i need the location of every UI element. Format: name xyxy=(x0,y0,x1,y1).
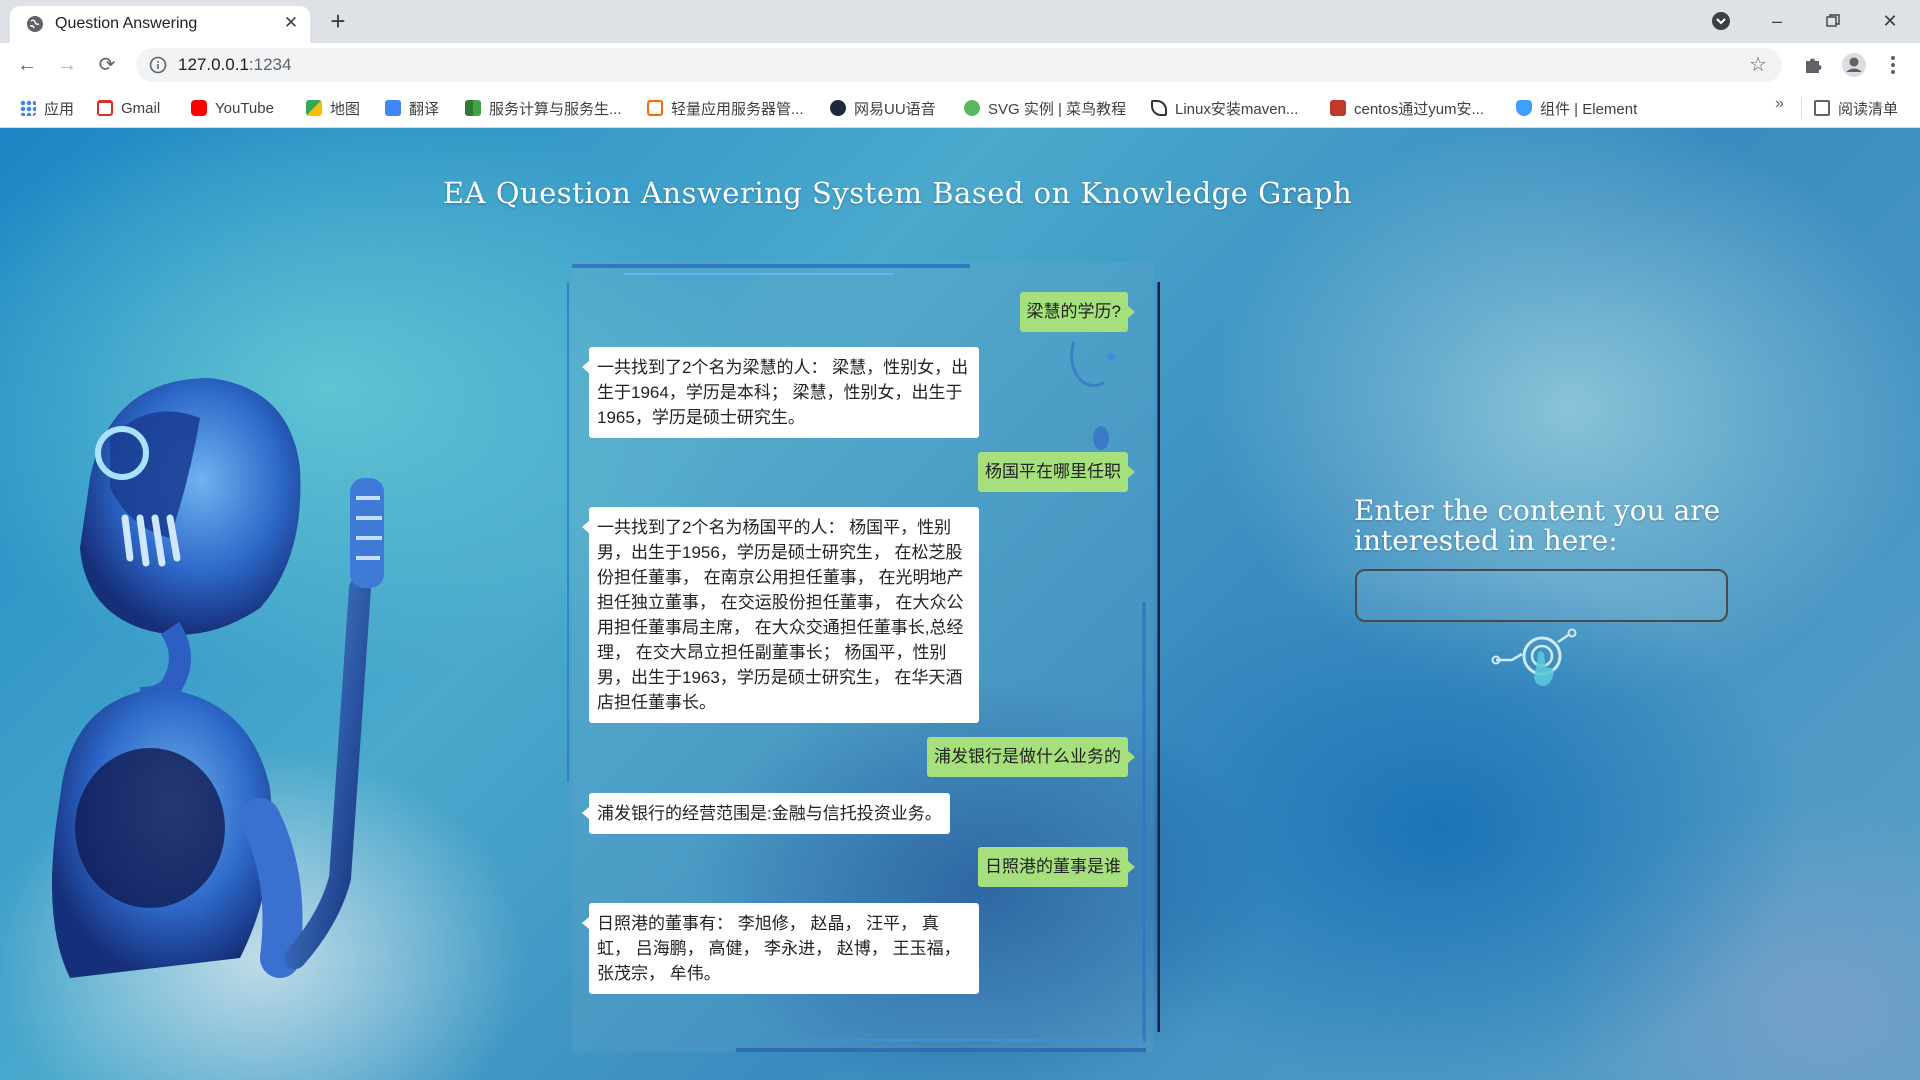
tab-search-icon[interactable] xyxy=(1711,11,1731,31)
bookmark-label: Gmail xyxy=(121,99,161,117)
input-prompt-label: Enter the content you are interested in … xyxy=(1354,494,1721,557)
user-message: 梁慧的学历? xyxy=(1019,292,1136,332)
forward-arrow-icon[interactable]: → xyxy=(53,51,81,79)
bookmark-translate[interactable]: 翻译 xyxy=(385,97,439,119)
bookmark-label: Linux安装maven... xyxy=(1175,100,1299,118)
reading-list-label: 阅读清单 xyxy=(1838,100,1899,118)
browser-toolbar: ← → ⟳ 127.0.0.1:1234 ☆ xyxy=(0,43,1920,87)
submit-touch-icon[interactable] xyxy=(1490,624,1590,694)
page-title: EA Question Answering System Based on Kn… xyxy=(442,176,1353,210)
user-message: 浦发银行是做什么业务的 xyxy=(927,737,1135,777)
chat-panel: 梁慧的学历? 一共找到了2个名为梁慧的人： 梁慧，性别女，出生于1964，学历是… xyxy=(572,262,1154,1052)
apps-grid-icon xyxy=(20,100,36,116)
tab-title: Question Answering xyxy=(55,15,198,32)
browser-tab[interactable]: Question Answering ✕ xyxy=(10,6,310,43)
bookmark-label: 应用 xyxy=(44,100,75,118)
bot-message: 一共找到了2个名为梁慧的人： 梁慧，性别女，出生于1964，学历是本科； 梁慧，… xyxy=(582,347,979,438)
bookmark-label: 地图 xyxy=(330,100,361,118)
back-arrow-icon[interactable]: ← xyxy=(13,51,41,79)
address-text: 127.0.0.1:1234 xyxy=(178,55,291,75)
address-bar[interactable]: 127.0.0.1:1234 ☆ xyxy=(136,48,1782,82)
uu-voice-icon xyxy=(830,100,846,116)
bookmark-uu-voice[interactable]: 网易UU语音 xyxy=(830,97,936,119)
bookmark-youtube[interactable]: YouTube xyxy=(191,97,274,119)
bookmark-centos-yum[interactable]: centos通过yum安... xyxy=(1330,97,1484,119)
youtube-icon xyxy=(191,100,207,116)
bookmark-lightweight-server[interactable]: 轻量应用服务器管... xyxy=(647,97,804,119)
bookmark-linux-maven[interactable]: Linux安装maven... xyxy=(1151,97,1298,119)
element-icon xyxy=(1516,100,1532,116)
qa-page: EA Question Answering System Based on Kn… xyxy=(0,128,1920,1080)
globe-icon xyxy=(27,16,43,32)
site-info-icon[interactable] xyxy=(149,56,167,74)
close-window-icon[interactable]: ✕ xyxy=(1875,6,1905,36)
runoob-icon xyxy=(964,100,980,116)
bookmark-service-computing[interactable]: 服务计算与服务生... xyxy=(465,97,622,119)
more-menu-icon[interactable] xyxy=(1879,51,1907,79)
blog-icon xyxy=(1330,100,1346,116)
bookmarks-bar: 应用 Gmail YouTube 地图 翻译 服务计算与服务生... 轻量应用服… xyxy=(0,87,1920,128)
profile-avatar-icon[interactable] xyxy=(1840,51,1868,79)
bot-message: 日照港的董事有： 李旭修， 赵晶， 汪平， 真虹， 吕海鹏， 高健， 李永进， … xyxy=(582,903,979,994)
bot-message: 一共找到了2个名为杨国平的人： 杨国平，性别男，出生于1956，学历是硕士研究生… xyxy=(582,507,979,723)
bookmark-label: SVG 实例 | 菜鸟教程 xyxy=(988,100,1127,118)
book-icon xyxy=(465,100,481,116)
reading-list-icon xyxy=(1814,100,1830,116)
bookmark-maps[interactable]: 地图 xyxy=(306,97,360,119)
cloud-server-icon xyxy=(647,100,663,116)
extensions-puzzle-icon[interactable] xyxy=(1799,51,1827,79)
restore-window-icon[interactable] xyxy=(1818,6,1848,36)
chat-message-list[interactable]: 梁慧的学历? 一共找到了2个名为梁慧的人： 梁慧，性别女，出生于1964，学历是… xyxy=(572,262,1154,1052)
bookmark-star-icon[interactable]: ☆ xyxy=(1746,53,1770,77)
robot-illustration xyxy=(52,378,384,978)
address-port: :1234 xyxy=(248,55,292,74)
maps-icon xyxy=(306,100,322,116)
bookmark-label: 网易UU语音 xyxy=(854,100,936,118)
reading-list-button[interactable]: 阅读清单 xyxy=(1814,97,1898,119)
tab-close-icon[interactable]: ✕ xyxy=(280,12,302,34)
translate-icon xyxy=(385,100,401,116)
bookmark-label: 服务计算与服务生... xyxy=(489,100,622,118)
bookmark-label: YouTube xyxy=(215,99,274,117)
bookmark-svg-tutorial[interactable]: SVG 实例 | 菜鸟教程 xyxy=(964,97,1126,119)
bookmark-element[interactable]: 组件 | Element xyxy=(1516,97,1637,119)
bookmark-label: 组件 | Element xyxy=(1540,100,1638,118)
feather-icon xyxy=(1151,100,1167,116)
address-host: 127.0.0.1 xyxy=(178,55,249,74)
question-input[interactable] xyxy=(1355,569,1728,622)
bot-message: 浦发银行的经营范围是:金融与信托投资业务。 xyxy=(582,793,950,834)
gmail-icon xyxy=(97,100,113,116)
bookmarks-divider xyxy=(1801,97,1802,119)
bookmark-label: 翻译 xyxy=(409,100,440,118)
user-message: 日照港的董事是谁 xyxy=(978,847,1135,887)
reload-icon[interactable]: ⟳ xyxy=(93,51,121,79)
user-message: 杨国平在哪里任职 xyxy=(978,452,1135,492)
bookmark-gmail[interactable]: Gmail xyxy=(97,97,160,119)
bookmark-label: 轻量应用服务器管... xyxy=(671,100,804,118)
bookmark-label: centos通过yum安... xyxy=(1354,100,1485,118)
minimize-window-icon[interactable]: – xyxy=(1762,6,1792,36)
bookmark-apps[interactable]: 应用 xyxy=(20,97,74,119)
bookmarks-overflow-button[interactable]: » xyxy=(1775,95,1784,113)
new-tab-button[interactable]: + xyxy=(324,8,352,36)
browser-tab-strip: Question Answering ✕ + – ✕ xyxy=(0,0,1920,43)
